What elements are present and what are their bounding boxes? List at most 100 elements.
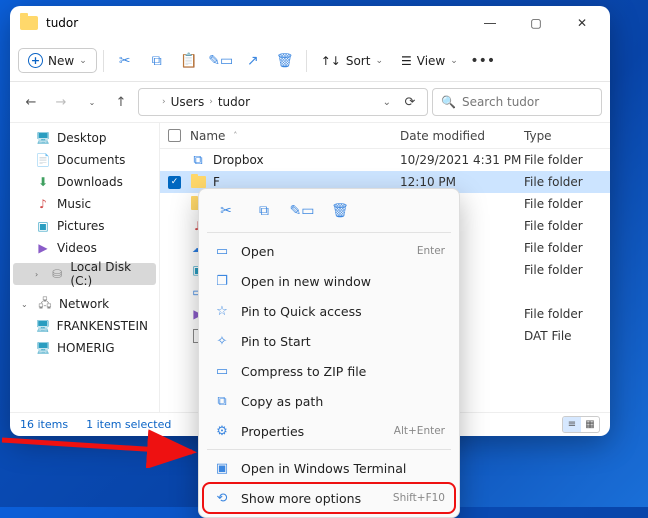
view-label: View [417, 54, 445, 68]
ctx-item-icon: ⧉ [213, 392, 231, 410]
toolbar: + New ⌄ ✂ ⧉ 📋 ✎▭ ↗ 🗑 ↑↓ Sort ⌄ ☰ View ⌄ … [10, 40, 610, 82]
sidebar-label: Desktop [57, 131, 107, 145]
sidebar-label: Pictures [57, 219, 105, 233]
row-check[interactable]: ✓ [168, 176, 190, 189]
col-name[interactable]: Name ˄ [190, 129, 400, 143]
back-button[interactable]: ← [18, 89, 44, 115]
file-type: File folder [524, 197, 610, 211]
crumb-users[interactable]: Users [168, 93, 208, 111]
ctx-item-label: Open in Windows Terminal [241, 461, 435, 476]
col-date[interactable]: Date modified [400, 129, 524, 143]
sidebar-item-music[interactable]: ♪Music [13, 193, 156, 215]
up-button[interactable]: ↑ [108, 89, 134, 115]
paste-icon[interactable]: 📋 [174, 46, 204, 76]
ctx-open-in-windows-terminal[interactable]: ▣ Open in Windows Terminal [203, 453, 455, 483]
ctx-copy-icon[interactable]: ⧉ [249, 197, 279, 225]
sort-label: Sort [346, 54, 371, 68]
ctx-item-icon: ⟲ [213, 489, 231, 507]
status-selected: 1 item selected [86, 418, 171, 431]
file-type: File folder [524, 153, 610, 167]
sidebar-label: HOMERIG [57, 341, 115, 355]
sidebar-item-pc[interactable]: 🖥 HOMERIG [13, 337, 156, 359]
network-icon: 🖧 [37, 297, 53, 311]
ctx-item-label: Pin to Quick access [241, 304, 435, 319]
close-button[interactable]: ✕ [560, 8, 604, 38]
ctx-item-icon: ▭ [213, 362, 231, 380]
col-type[interactable]: Type [524, 129, 610, 143]
ctx-delete-icon[interactable]: 🗑 [325, 197, 355, 225]
address-dropdown[interactable]: ⌄ [379, 97, 395, 108]
forward-button[interactable]: → [48, 89, 74, 115]
address-bar[interactable]: › Users › tudor ⌄ ⟳ [138, 88, 428, 116]
ctx-rename-icon[interactable]: ✎▭ [287, 197, 317, 225]
ctx-item-icon: ✧ [213, 332, 231, 350]
view-toggle[interactable]: ≡ ▦ [562, 416, 600, 433]
recent-button[interactable]: ⌄ [78, 89, 104, 115]
sidebar-item-downloads[interactable]: ⬇Downloads [13, 171, 156, 193]
rename-icon[interactable]: ✎▭ [206, 46, 236, 76]
ctx-cut-icon[interactable]: ✂ [211, 197, 241, 225]
sidebar-item-pc[interactable]: 🖥FRANKENSTEIN [13, 315, 156, 337]
ctx-copy-as-path[interactable]: ⧉ Copy as path [203, 386, 455, 416]
chevron-icon: › [209, 97, 213, 107]
maximize-button[interactable]: ▢ [514, 8, 558, 38]
sidebar-item-network[interactable]: ⌄ 🖧 Network [13, 293, 156, 315]
column-headers: Name ˄ Date modified Type [160, 123, 610, 149]
sidebar-item-videos[interactable]: ▶Videos [13, 237, 156, 259]
sidebar-label: Local Disk (C:) [70, 260, 148, 288]
status-count: 16 items [20, 418, 68, 431]
sidebar-item-pictures[interactable]: ▣Pictures [13, 215, 156, 237]
file-type: File folder [524, 241, 610, 255]
sidebar-item-desktop[interactable]: 🖥 Desktop [13, 127, 156, 149]
ctx-item-icon: ❐ [213, 272, 231, 290]
ctx-pin-to-start[interactable]: ✧ Pin to Start [203, 326, 455, 356]
sidebar-label: FRANKENSTEIN [57, 319, 148, 333]
view-button[interactable]: ☰ View ⌄ [393, 50, 466, 72]
file-name: Dropbox [213, 153, 264, 167]
context-menu: ✂ ⧉ ✎▭ 🗑 ▭ Open Enter❐ Open in new windo… [198, 188, 460, 518]
sort-asc-icon: ˄ [233, 131, 237, 140]
crumb-tudor[interactable]: tudor [215, 93, 253, 111]
plus-icon: + [28, 53, 43, 68]
minimize-button[interactable]: ― [468, 8, 512, 38]
delete-icon[interactable]: 🗑 [270, 46, 300, 76]
ctx-open-in-new-window[interactable]: ❐ Open in new window [203, 266, 455, 296]
sort-icon: ↑↓ [321, 54, 341, 68]
sidebar-item-localdisk[interactable]: › ⛁ Local Disk (C:) [13, 263, 156, 285]
cut-icon[interactable]: ✂ [110, 46, 140, 76]
desktop-icon: 🖥 [35, 131, 51, 145]
ctx-properties[interactable]: ⚙ Properties Alt+Enter [203, 416, 455, 446]
ctx-item-label: Open in new window [241, 274, 435, 289]
ctx-item-icon: ☆ [213, 302, 231, 320]
ctx-compress-to-zip-file[interactable]: ▭ Compress to ZIP file [203, 356, 455, 386]
file-row[interactable]: ⧉Dropbox 10/29/2021 4:31 PM File folder [160, 149, 610, 171]
ctx-pin-to-quick-access[interactable]: ☆ Pin to Quick access [203, 296, 455, 326]
more-icon[interactable]: ••• [468, 46, 498, 76]
search-placeholder: Search tudor [462, 95, 539, 109]
new-label: New [48, 54, 74, 68]
new-button[interactable]: + New ⌄ [18, 48, 97, 73]
chevron-right-icon: › [35, 270, 44, 279]
titlebar: tudor ― ▢ ✕ [10, 6, 610, 40]
file-type: File folder [524, 175, 610, 189]
file-type: File folder [524, 307, 610, 321]
music-icon: ♪ [35, 197, 51, 211]
refresh-button[interactable]: ⟳ [397, 89, 423, 115]
share-icon[interactable]: ↗ [238, 46, 268, 76]
search-icon: 🔍 [441, 95, 456, 109]
window-folder-icon [20, 16, 38, 30]
copy-icon[interactable]: ⧉ [142, 46, 172, 76]
view-icon: ☰ [401, 54, 412, 68]
search-input[interactable]: 🔍 Search tudor [432, 88, 602, 116]
ctx-open[interactable]: ▭ Open Enter [203, 236, 455, 266]
sort-button[interactable]: ↑↓ Sort ⌄ [313, 50, 391, 72]
large-view-icon[interactable]: ▦ [581, 417, 599, 432]
folder-icon [143, 96, 158, 108]
ctx-show-more-options[interactable]: ⟲ Show more options Shift+F10 [203, 483, 455, 513]
ctx-item-label: Compress to ZIP file [241, 364, 435, 379]
pc-icon: 🖥 [35, 341, 51, 355]
details-view-icon[interactable]: ≡ [563, 417, 581, 432]
sidebar-item-documents[interactable]: 📄Documents [13, 149, 156, 171]
chevron-down-icon: ⌄ [21, 300, 31, 309]
select-all-check[interactable] [168, 129, 190, 142]
